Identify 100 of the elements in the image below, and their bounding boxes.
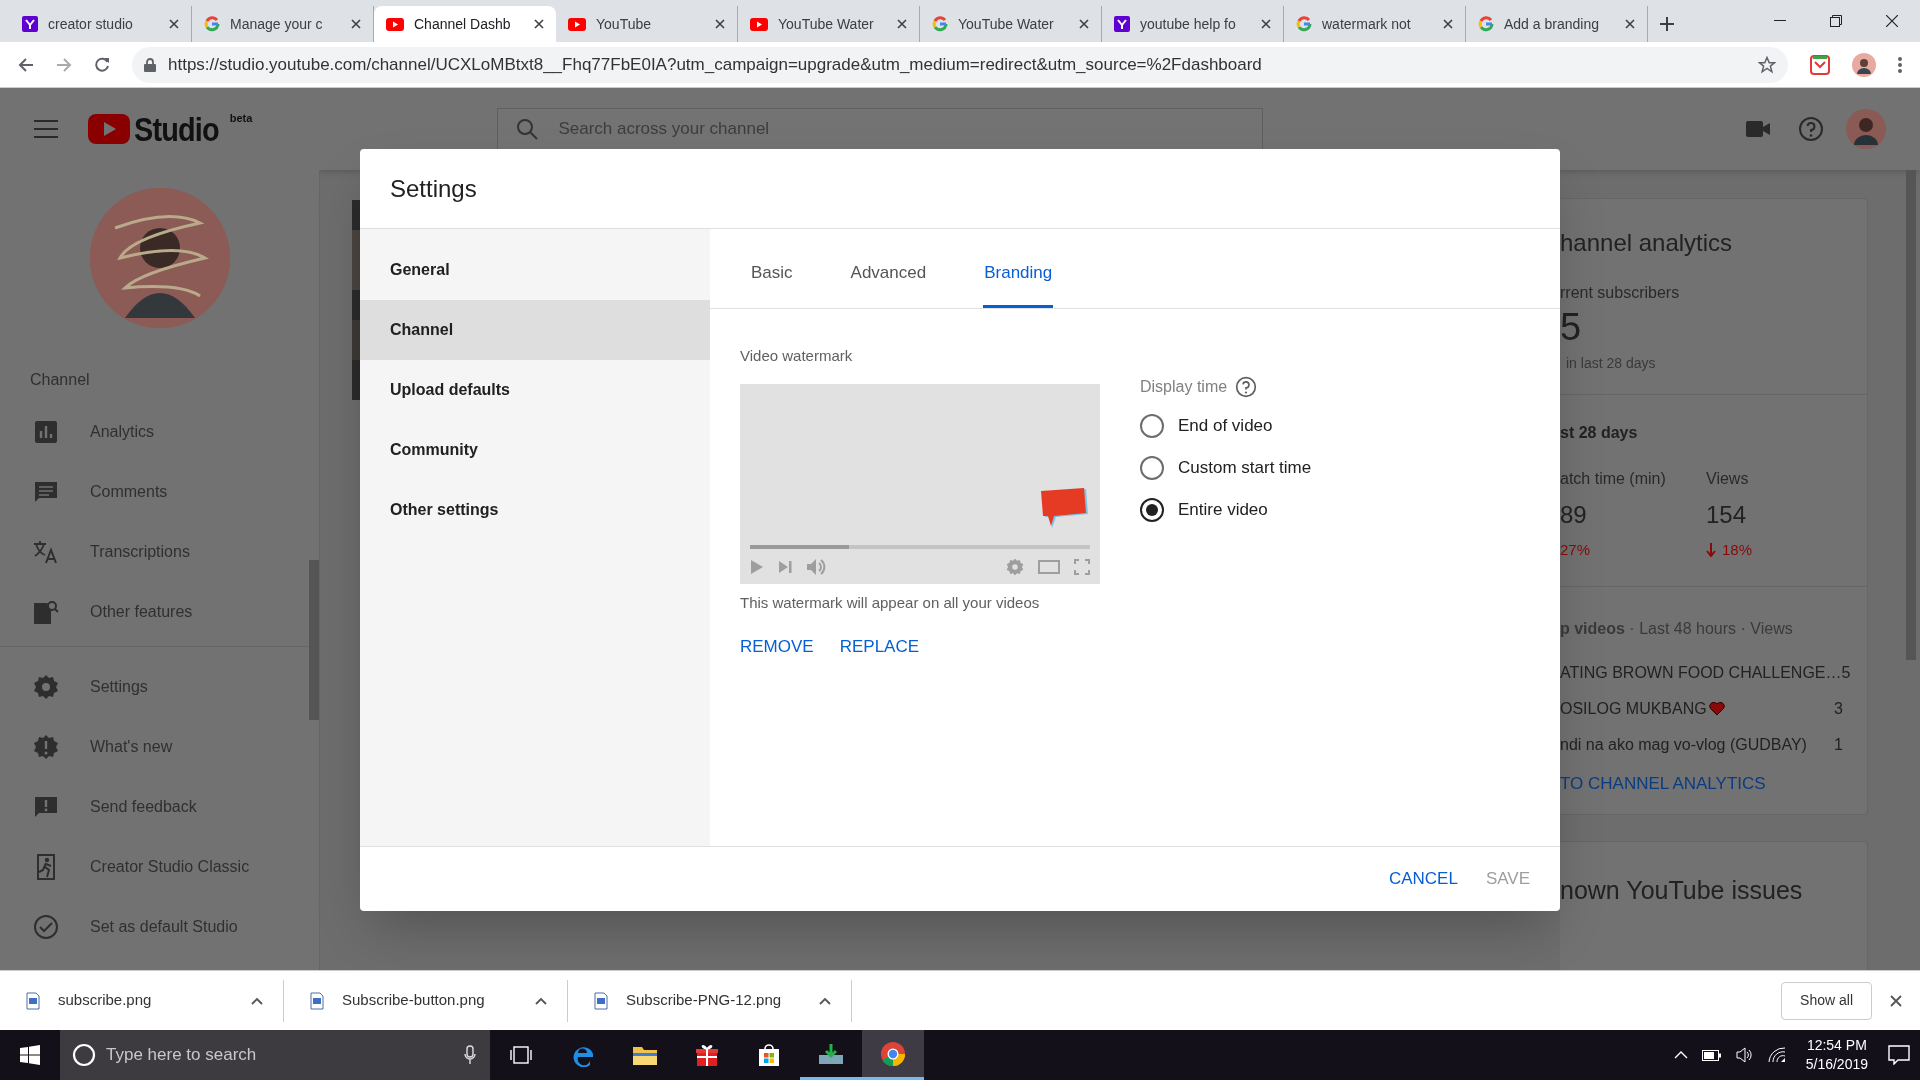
wifi-icon[interactable] — [1767, 1047, 1786, 1063]
field-label: Display time — [1140, 377, 1228, 397]
option-label: Entire video — [1178, 499, 1268, 522]
show-all-button[interactable]: Show all — [1781, 981, 1872, 1020]
task-view-icon[interactable] — [510, 1046, 532, 1064]
chrome-ball-icon[interactable] — [880, 1040, 906, 1067]
close-icon[interactable] — [1625, 19, 1635, 29]
file-icon — [26, 991, 40, 1010]
chevron-up-icon[interactable] — [1673, 1051, 1688, 1059]
scrollbar[interactable] — [309, 560, 319, 720]
close-icon[interactable] — [1079, 19, 1089, 29]
new-tab-icon[interactable] — [1660, 17, 1674, 31]
download-tray-icon[interactable] — [818, 1042, 844, 1065]
browser-tab[interactable]: Channel Dashb — [374, 6, 556, 42]
tab[interactable]: Advanced — [849, 250, 928, 308]
document-search-icon — [33, 599, 59, 625]
change-value: 27% — [1560, 540, 1591, 560]
restore-icon[interactable] — [1830, 15, 1842, 27]
close-icon[interactable] — [1886, 15, 1898, 27]
metric-value: 5 — [1560, 305, 1583, 349]
caret-up-icon[interactable] — [251, 996, 263, 1005]
text-button[interactable]: REMOVE — [740, 630, 814, 664]
clock[interactable]: 12:54 PM 5/16/2019 — [1799, 1036, 1874, 1074]
close-icon[interactable] — [1443, 19, 1453, 29]
back-icon[interactable] — [18, 56, 34, 73]
settings-icon — [33, 674, 59, 700]
close-icon[interactable] — [534, 19, 544, 29]
folder-icon[interactable] — [632, 1044, 658, 1066]
microphone-icon[interactable] — [464, 1045, 476, 1065]
volume-icon[interactable] — [1735, 1047, 1754, 1063]
close-icon[interactable] — [1261, 19, 1271, 29]
menu-icon[interactable] — [1898, 56, 1902, 73]
video-camera-icon[interactable] — [1746, 121, 1770, 137]
gift-icon[interactable] — [695, 1043, 719, 1067]
settings-nav-item[interactable]: General — [360, 240, 710, 300]
comment-icon — [34, 480, 58, 504]
close-icon[interactable] — [1890, 994, 1902, 1007]
extension-icon[interactable] — [1810, 54, 1830, 75]
shopping-bag-icon[interactable] — [757, 1043, 781, 1067]
option-label: End of video — [1178, 415, 1273, 438]
download-item[interactable]: Subscribe-button.png — [284, 979, 568, 1022]
check-circle-icon — [33, 914, 59, 940]
notification-icon[interactable] — [1888, 1045, 1910, 1065]
download-item[interactable]: subscribe.png — [0, 979, 284, 1022]
tab[interactable]: Basic — [750, 250, 794, 308]
taskbar-search-field[interactable]: Type here to search — [60, 1030, 490, 1080]
beta-label: beta — [229, 111, 253, 126]
scrollbar[interactable] — [1906, 170, 1916, 660]
view-count: 5 — [1841, 662, 1851, 683]
help-icon[interactable] — [1235, 376, 1258, 398]
close-icon[interactable] — [351, 19, 361, 29]
close-icon[interactable] — [897, 19, 907, 29]
logo-text: Studio — [134, 110, 219, 148]
colored-ring-icon — [1478, 16, 1494, 32]
colored-ring-icon — [932, 16, 948, 32]
cancel-button[interactable]: CANCEL — [1388, 860, 1458, 898]
section-label: Video watermark — [740, 346, 854, 366]
settings-nav-item[interactable]: Community — [360, 420, 710, 480]
play-icon — [568, 17, 586, 31]
bar-chart-icon — [34, 420, 58, 444]
battery-icon[interactable] — [1701, 1049, 1722, 1061]
caption-text: This watermark will appear on all your videos — [740, 592, 1041, 613]
settings-nav-item[interactable]: Other settings — [360, 480, 710, 540]
option-label: Custom start time — [1178, 457, 1312, 480]
star-icon[interactable] — [1758, 55, 1776, 74]
download-item[interactable]: Subscribe-PNG-12.png — [568, 979, 852, 1022]
metric-label: atch time (min) — [1560, 469, 1667, 489]
settings-nav-item[interactable]: Channel — [360, 300, 710, 360]
caret-up-icon[interactable] — [535, 996, 547, 1005]
card-title: hannel analytics — [1560, 228, 1734, 258]
settings-nav-item[interactable]: Upload defaults — [360, 360, 710, 420]
minimize-icon[interactable] — [1774, 20, 1786, 22]
metric-label: rrent subscribers — [1560, 283, 1681, 303]
close-icon[interactable] — [169, 19, 179, 29]
radio-button[interactable] — [1140, 414, 1164, 438]
play-icon — [88, 114, 130, 144]
radio-button[interactable] — [1140, 498, 1164, 522]
section-label: Channel — [30, 370, 91, 390]
lock-icon — [144, 57, 156, 72]
caret-up-icon[interactable] — [819, 996, 831, 1005]
change-value: 18% — [1722, 540, 1753, 560]
search-icon — [516, 118, 539, 140]
taskbar-app[interactable] — [862, 1030, 924, 1080]
play-icon — [750, 17, 768, 31]
play-icon — [386, 17, 404, 31]
text-button[interactable]: REPLACE — [839, 630, 920, 664]
help-icon[interactable] — [1798, 116, 1824, 142]
reload-icon[interactable] — [94, 56, 110, 73]
close-icon[interactable] — [715, 19, 725, 29]
exit-door-icon — [34, 854, 58, 880]
site-icon — [1114, 16, 1130, 32]
alert-badge-icon — [33, 734, 59, 760]
metric-label: Views — [1706, 469, 1750, 489]
tab[interactable]: Branding — [983, 250, 1054, 308]
windows-logo-icon[interactable] — [20, 1045, 40, 1065]
down-arrow-icon — [1706, 543, 1716, 558]
menu-icon[interactable] — [34, 120, 58, 138]
radio-button[interactable] — [1140, 456, 1164, 480]
avatar-icon[interactable] — [1852, 52, 1876, 77]
address-bar[interactable]: https://studio.youtube.com/channel/UCXLoMBtxt8__Fhq77FbE0IA?utm_campaign=upgrade&utm_medium=redirect&utm_source=%2Fdashboard — [132, 46, 1788, 83]
